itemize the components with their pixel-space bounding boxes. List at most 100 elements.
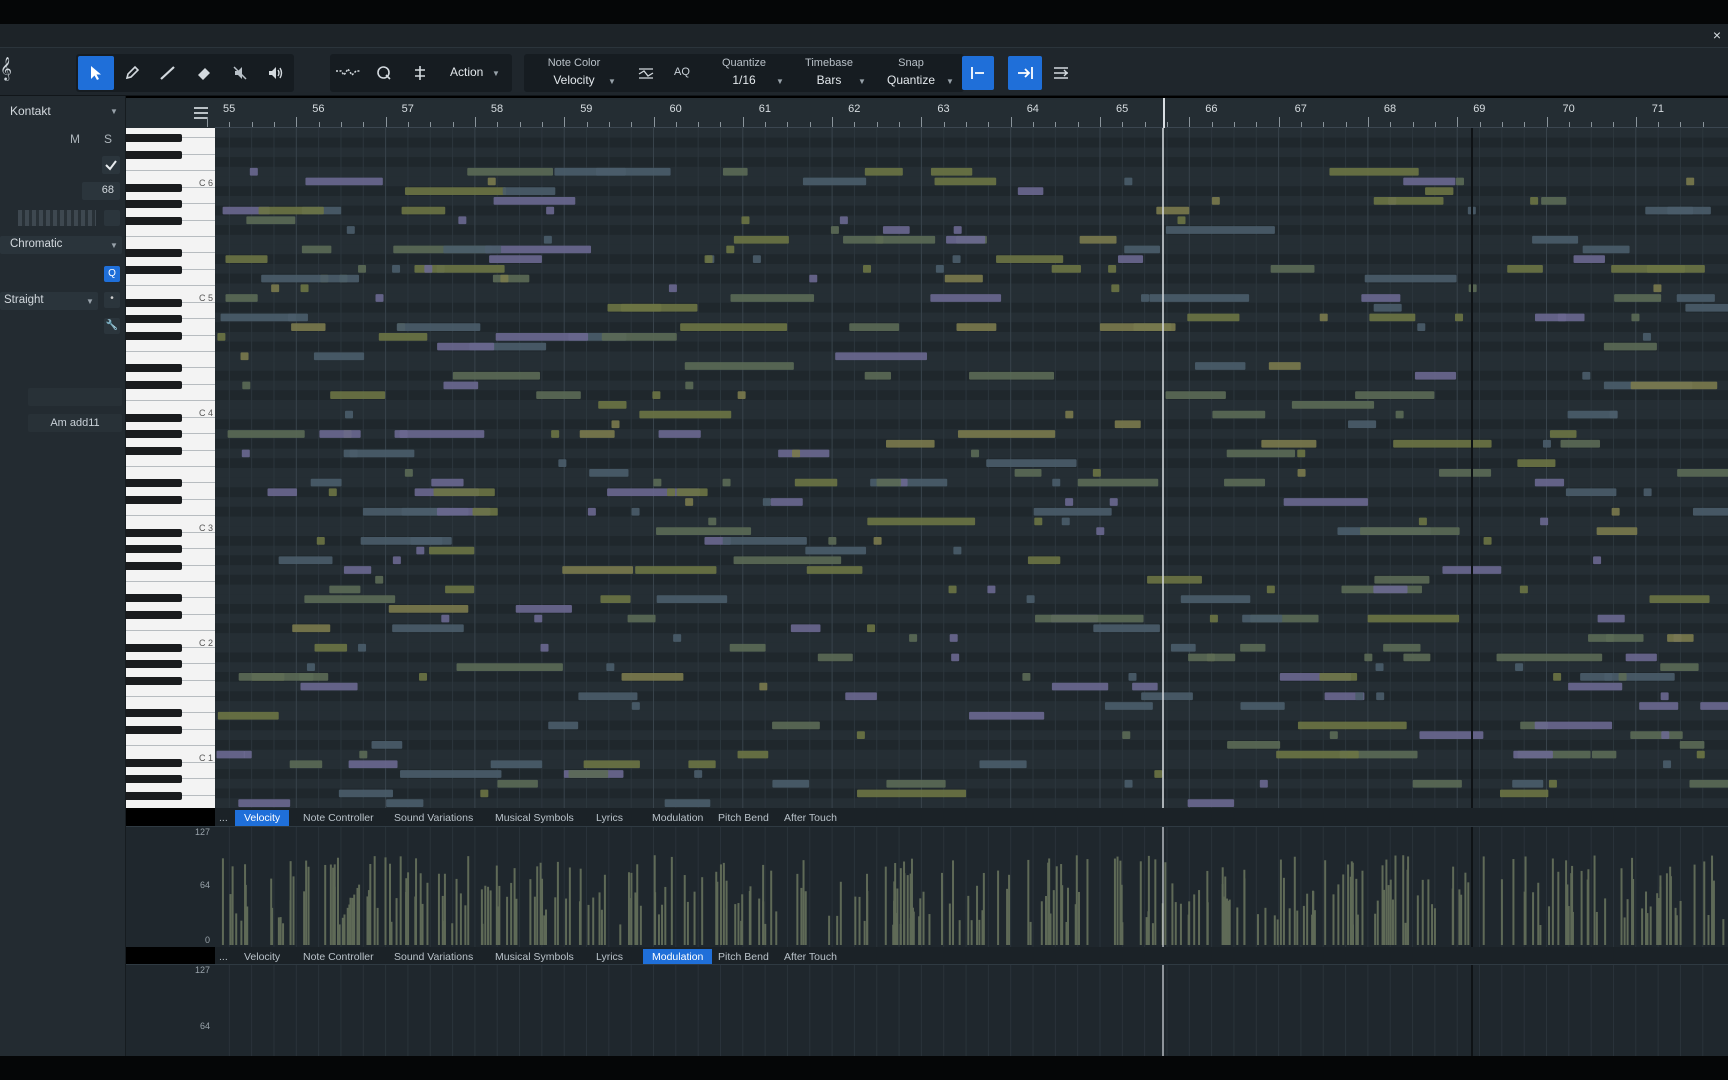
black-key[interactable] [126,446,182,455]
midi-note[interactable] [1035,614,1144,623]
midi-note[interactable] [726,245,735,254]
midi-note[interactable] [1419,731,1484,739]
midi-note[interactable] [1242,614,1283,623]
midi-note[interactable] [1154,770,1163,778]
midi-note[interactable] [299,673,329,681]
midi-note[interactable] [1439,469,1492,477]
midi-note[interactable] [1027,556,1061,565]
midi-note[interactable] [1549,430,1577,438]
midi-note[interactable] [1355,391,1435,399]
midi-note[interactable] [1542,439,1551,448]
midi-note[interactable] [401,206,446,215]
midi-note[interactable] [1376,692,1385,701]
midi-note[interactable] [1580,673,1675,681]
black-key[interactable] [126,660,182,669]
close-icon[interactable]: × [1708,26,1726,44]
midi-note[interactable] [1614,294,1662,302]
midi-note[interactable] [551,430,560,438]
black-key[interactable] [126,331,182,340]
midi-note[interactable] [1195,362,1246,370]
midi-note[interactable] [957,430,1056,438]
midi-note[interactable] [1667,634,1694,642]
midi-note[interactable] [328,488,337,497]
midi-note[interactable] [500,274,509,283]
midi-note[interactable] [886,779,946,788]
black-key[interactable] [126,528,182,537]
midi-note[interactable] [1270,265,1315,273]
midi-note[interactable] [830,226,839,234]
black-key[interactable] [126,413,182,422]
midi-note[interactable] [1414,371,1457,380]
tab-modulation[interactable]: Modulation [643,810,712,826]
midi-note[interactable] [359,750,368,759]
midi-note[interactable] [733,235,789,244]
midi-note[interactable] [606,663,615,671]
midi-note[interactable] [857,789,967,798]
midi-note[interactable] [1513,750,1553,759]
midi-note[interactable] [589,469,629,477]
midi-note[interactable] [404,187,507,195]
black-key[interactable] [126,709,182,718]
midi-note[interactable] [1646,265,1705,273]
black-key[interactable] [126,430,182,439]
midi-note[interactable] [664,799,711,807]
midi-note[interactable] [627,614,656,623]
midi-note[interactable] [1425,187,1454,195]
midi-note[interactable] [1187,313,1240,322]
tab-note-controller[interactable]: Note Controller [294,810,383,826]
tab-pitch-bend[interactable]: Pitch Bend [709,949,778,965]
midi-note[interactable] [805,546,867,555]
scale-select[interactable]: Chromatic ▼ [0,236,122,254]
midi-note[interactable] [1297,721,1407,730]
midi-note[interactable] [1283,498,1369,506]
value-68-field[interactable]: 68 [82,182,120,200]
midi-note[interactable] [1630,381,1718,390]
midi-note[interactable] [1663,760,1672,769]
mini-toggle[interactable] [104,210,120,226]
midi-note[interactable] [371,741,403,749]
midi-note[interactable] [684,362,794,370]
midi-note[interactable] [1061,517,1070,526]
midi-note[interactable] [289,760,323,769]
midi-note[interactable] [358,643,367,652]
midi-note[interactable] [437,342,495,351]
midi-note[interactable] [394,430,485,438]
midi-note[interactable] [864,167,903,176]
midi-note[interactable] [1291,401,1375,409]
midi-note[interactable] [1689,779,1728,788]
midi-note[interactable] [1051,265,1081,273]
midi-note[interactable] [267,488,298,497]
midi-note[interactable] [515,605,572,613]
midi-note[interactable] [1573,255,1605,263]
midi-note[interactable] [741,216,750,225]
midi-note[interactable] [1109,498,1118,506]
midi-note[interactable] [828,537,837,545]
midi-note[interactable] [458,216,467,225]
black-key[interactable] [126,249,182,258]
midi-note[interactable] [688,760,716,769]
midi-note[interactable] [1534,721,1613,730]
midi-note[interactable] [1224,478,1266,487]
midi-note[interactable] [292,624,331,633]
paint-tool-icon[interactable] [150,56,186,90]
midi-note[interactable] [737,391,746,399]
midi-note[interactable] [305,177,383,186]
midi-note[interactable] [598,401,627,409]
midi-note[interactable] [1582,371,1591,380]
midi-note[interactable] [346,226,355,234]
midi-note[interactable] [1403,177,1456,186]
listen-tool-icon[interactable] [258,56,294,90]
zoom-fit-icon[interactable] [1044,56,1078,90]
midi-note[interactable] [1261,439,1317,448]
groove-dot-button[interactable]: • [104,292,120,308]
midi-note[interactable] [1170,643,1196,652]
midi-note[interactable] [1548,779,1557,788]
black-key[interactable] [126,758,182,767]
midi-note[interactable] [238,799,291,807]
midi-note[interactable] [1499,789,1549,798]
midi-note[interactable] [1593,556,1602,565]
midi-note[interactable] [1034,517,1043,526]
midi-note[interactable] [952,255,961,263]
midi-note[interactable] [291,323,326,331]
midi-note[interactable] [1483,537,1492,545]
